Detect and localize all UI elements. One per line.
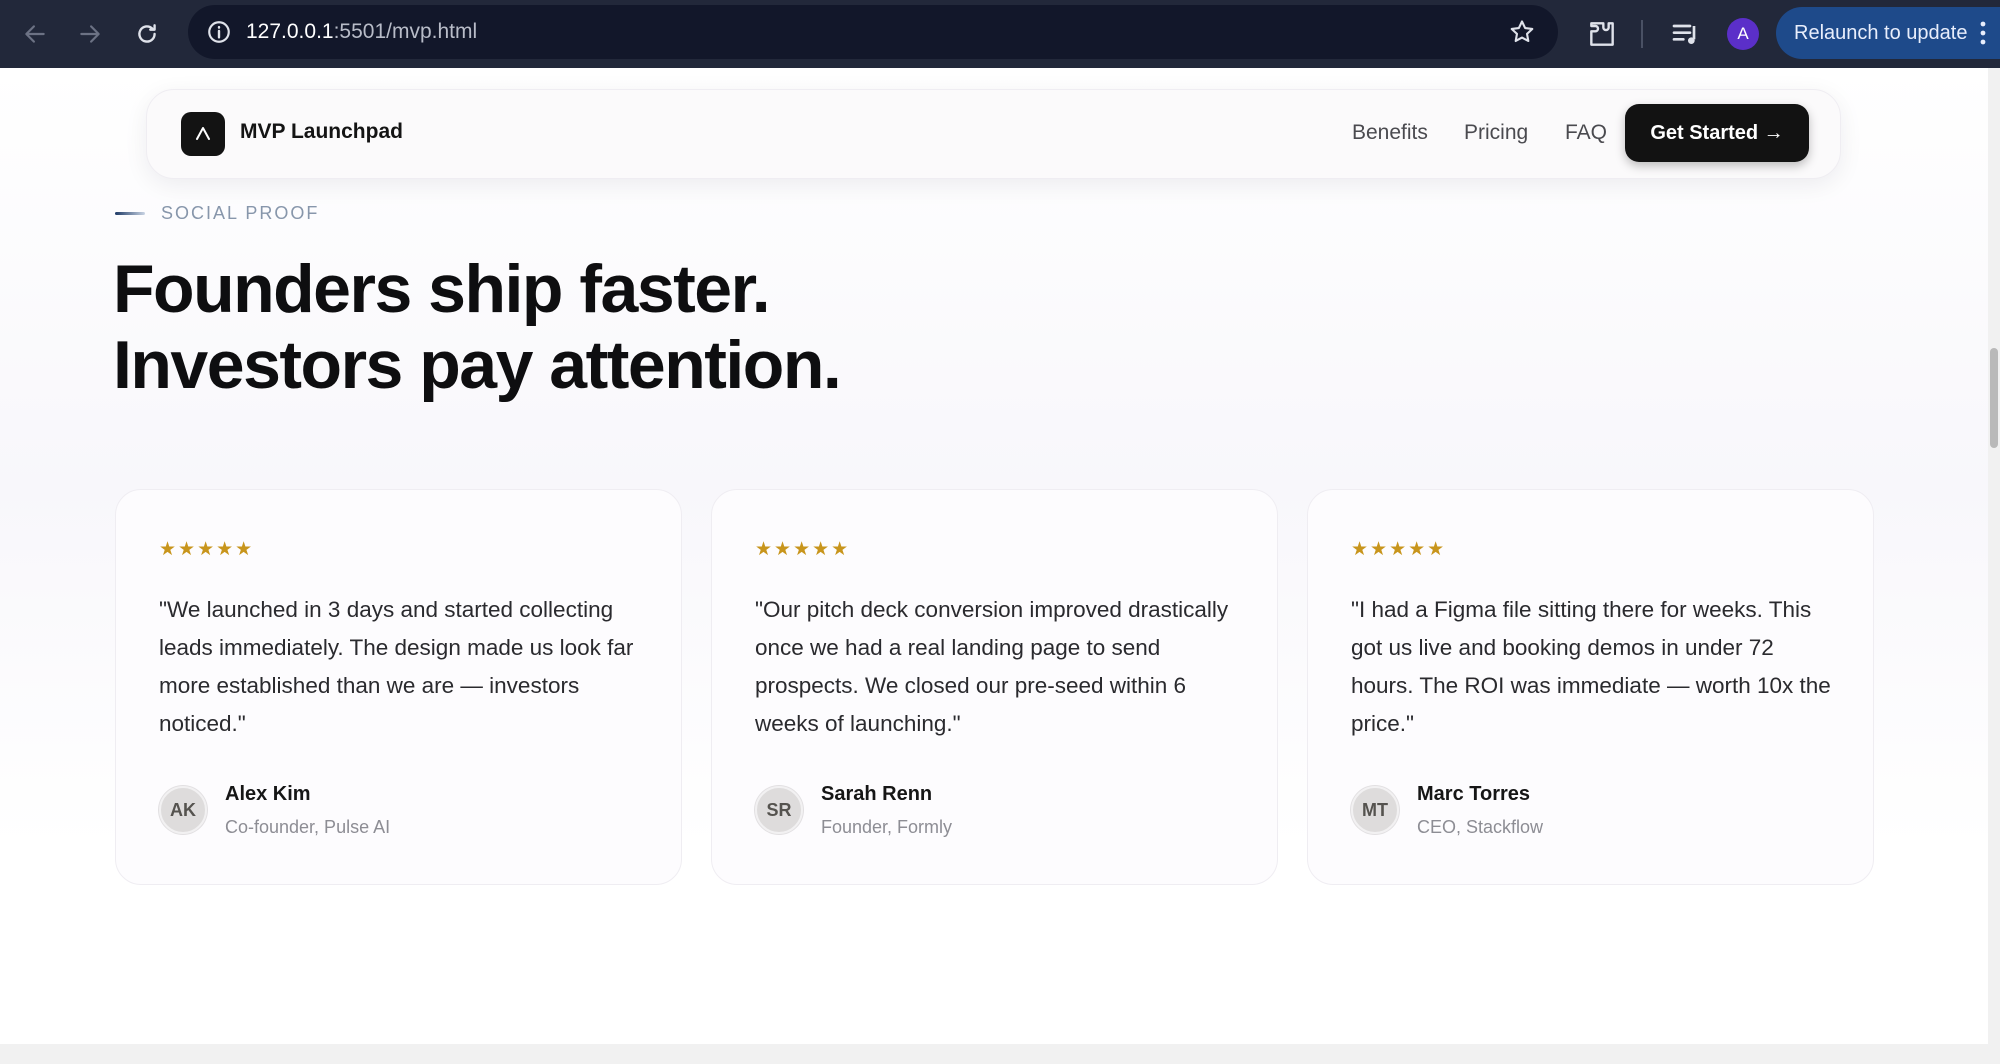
vertical-scrollbar[interactable] bbox=[1988, 68, 2000, 1044]
author-role: CEO, Stackflow bbox=[1417, 817, 1544, 837]
more-menu-icon[interactable] bbox=[1980, 19, 1986, 47]
extensions-icon[interactable] bbox=[1586, 18, 1618, 50]
get-started-button[interactable]: Get Started → bbox=[1625, 104, 1809, 162]
headline-line-1: Founders ship faster. bbox=[113, 251, 771, 327]
url-host: 127.0.0.1 bbox=[246, 20, 334, 43]
info-icon[interactable] bbox=[206, 19, 232, 45]
avatar: MT bbox=[1351, 786, 1399, 834]
brand-name[interactable]: MVP Launchpad bbox=[240, 120, 403, 144]
eyebrow-accent-line bbox=[115, 212, 145, 215]
testimonial-quote: "We launched in 3 days and started colle… bbox=[159, 597, 634, 736]
browser-toolbar: 127.0.0.1:5501/mvp.html A Relaunch to up… bbox=[0, 0, 2000, 68]
url-path: :5501/mvp.html bbox=[333, 20, 478, 43]
author-name: Marc Torres bbox=[1417, 783, 1531, 805]
testimonial-card: ★★★★★ "We launched in 3 days and started… bbox=[115, 489, 682, 885]
star-icon[interactable] bbox=[1508, 18, 1536, 46]
author-role: Founder, Formly bbox=[821, 817, 953, 837]
profile-avatar[interactable]: A bbox=[1727, 18, 1759, 50]
back-button[interactable] bbox=[15, 14, 55, 54]
scrollbar-thumb[interactable] bbox=[1990, 348, 1998, 448]
relaunch-label: Relaunch to update bbox=[1794, 21, 1968, 44]
rating-stars: ★★★★★ bbox=[159, 538, 255, 560]
author-role: Co-founder, Pulse AI bbox=[225, 817, 391, 837]
media-control-icon[interactable] bbox=[1670, 18, 1702, 50]
avatar: SR bbox=[755, 786, 803, 834]
reload-button[interactable] bbox=[127, 14, 167, 54]
testimonial-card: ★★★★★ "I had a Figma file sitting there … bbox=[1307, 489, 1874, 885]
headline-line-2: Investors pay attention. bbox=[113, 327, 842, 403]
nav-link-faq[interactable]: FAQ bbox=[1565, 121, 1607, 145]
rating-stars: ★★★★★ bbox=[1351, 538, 1447, 560]
address-bar[interactable]: 127.0.0.1:5501/mvp.html bbox=[188, 5, 1558, 59]
testimonial-quote: "Our pitch deck conversion improved dras… bbox=[755, 597, 1229, 736]
section-eyebrow: SOCIAL PROOF bbox=[161, 203, 320, 223]
section-headline: Founders ship faster. Investors pay atte… bbox=[113, 251, 842, 403]
testimonial-card: ★★★★★ "Our pitch deck conversion improve… bbox=[711, 489, 1278, 885]
nav-link-pricing[interactable]: Pricing bbox=[1464, 121, 1528, 145]
back-arrow-icon bbox=[25, 25, 45, 43]
launch-triangle-icon bbox=[196, 127, 210, 140]
testimonial-quote: "I had a Figma file sitting there for we… bbox=[1351, 597, 1831, 736]
forward-arrow-icon bbox=[80, 25, 100, 43]
site-header: MVP Launchpad Benefits Pricing FAQ Get S… bbox=[146, 89, 1841, 179]
avatar: AK bbox=[159, 786, 207, 834]
author-name: Alex Kim bbox=[225, 783, 311, 805]
horizontal-scrollbar[interactable] bbox=[0, 1044, 2000, 1064]
logo[interactable] bbox=[181, 112, 225, 156]
author-name: Sarah Renn bbox=[821, 783, 933, 805]
forward-button[interactable] bbox=[70, 14, 110, 54]
rating-stars: ★★★★★ bbox=[755, 538, 851, 560]
toolbar-divider bbox=[1641, 20, 1643, 48]
page-viewport: MVP Launchpad Benefits Pricing FAQ Get S… bbox=[0, 68, 1988, 1044]
url-text[interactable]: 127.0.0.1:5501/mvp.html bbox=[246, 19, 477, 45]
reload-icon bbox=[138, 24, 156, 43]
relaunch-button[interactable]: Relaunch to update bbox=[1776, 7, 2000, 59]
nav-link-benefits[interactable]: Benefits bbox=[1352, 121, 1428, 145]
